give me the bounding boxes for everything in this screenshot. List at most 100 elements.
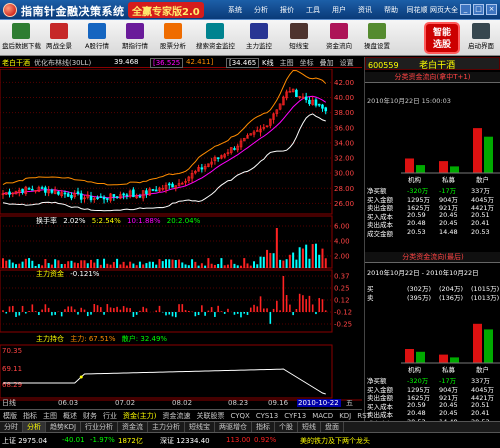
- turnover-bar: [314, 243, 317, 268]
- stock-tab-9[interactable]: 个股: [275, 422, 299, 432]
- toolbar-button-8[interactable]: 资金流向: [320, 21, 358, 55]
- turnover-label[interactable]: 换手率: [36, 217, 57, 225]
- time-label-weekday: 五: [346, 399, 353, 407]
- stock-tab-6[interactable]: 短线宝: [185, 422, 216, 432]
- chart-tab-2[interactable]: 坐标: [300, 59, 314, 67]
- menu-item-6[interactable]: 帮助: [378, 5, 404, 15]
- toolbar-button-1[interactable]: 两战全景: [40, 21, 78, 55]
- toolbar-label-9: 操盘设置: [364, 42, 390, 50]
- indicator-tab-3[interactable]: 资金(主力): [123, 411, 156, 421]
- smart-select-button[interactable]: 智能 选股: [424, 22, 460, 54]
- bottom-left-tab-1[interactable]: 指标: [23, 411, 37, 421]
- chart-tab-3[interactable]: 叠加: [320, 59, 334, 67]
- toolbar-button-3[interactable]: 期指行情: [116, 21, 154, 55]
- minimize-button[interactable]: _: [460, 4, 471, 15]
- capital-bar: [227, 308, 229, 312]
- toolbar-button-7[interactable]: 短线宝: [280, 21, 318, 55]
- toolbar-label-7: 短线宝: [289, 42, 309, 50]
- candle-body: [314, 99, 318, 106]
- section1-title[interactable]: 分类资金流向(拿中T+1): [365, 72, 500, 83]
- app-logo-icon: [3, 3, 17, 17]
- indicator-name[interactable]: 优化布林线(30LL): [34, 58, 91, 68]
- capital-bar: [233, 312, 236, 315]
- maximize-button[interactable]: □: [473, 4, 484, 15]
- indicator-tab-11[interactable]: RST: [357, 412, 371, 420]
- stock-tab-7[interactable]: 两驱增仓: [215, 422, 253, 432]
- chart-tab-0[interactable]: K线: [262, 59, 274, 67]
- close-button[interactable]: ×: [486, 4, 497, 15]
- stock-tab-2[interactable]: 趋势KDJ: [46, 422, 82, 432]
- toolbar-button-0[interactable]: 盘后数据下载: [2, 21, 41, 55]
- holding-label[interactable]: 主力持仓: [36, 335, 64, 343]
- menu-item-7[interactable]: 同花顺: [404, 5, 430, 15]
- candle-body: [50, 189, 54, 193]
- menu-item-4[interactable]: 用户: [326, 5, 352, 15]
- turnover-bar: [76, 263, 79, 268]
- right-panel-title: 600559 老白干酒: [365, 57, 500, 71]
- stock-tab-8[interactable]: 指标: [252, 422, 276, 432]
- indicator-tab-7[interactable]: CYS13: [256, 412, 278, 420]
- menu-item-5[interactable]: 资讯: [352, 5, 378, 15]
- stock-tab-5[interactable]: 主力分析: [148, 422, 186, 432]
- stock-tab-1[interactable]: 分析: [23, 422, 46, 432]
- right-panel: 600559 老白干酒 分类资金流向(拿中T+1) 2010年10月22日 15…: [364, 57, 500, 430]
- stock-tab-4[interactable]: 资金流: [118, 422, 149, 432]
- time-label: 08.02: [172, 399, 192, 407]
- sh-amount: 1872亿: [118, 437, 143, 445]
- capital-y-tick: 0.25: [334, 285, 350, 293]
- toolbar-button-10[interactable]: 启动界面: [462, 21, 500, 55]
- indicator-tab-2[interactable]: 行业: [103, 411, 117, 421]
- capital-bar: [8, 306, 11, 312]
- menu-item-2[interactable]: 报价: [274, 5, 300, 15]
- turnover-bar: [47, 263, 50, 268]
- menu-item-0[interactable]: 系统: [222, 5, 248, 15]
- turnover-bar: [230, 259, 233, 268]
- stock-tab-3[interactable]: 行业分析: [81, 422, 119, 432]
- section2-bars: 机构 私募 散户: [401, 323, 500, 373]
- menu-item-1[interactable]: 分析: [248, 5, 274, 15]
- menu-item-8[interactable]: 网页大全: [430, 5, 458, 15]
- indicator-tab-6[interactable]: CYQX: [230, 412, 249, 420]
- capital-bar: [5, 312, 8, 314]
- capital-label-row: 主力资金 -0.121%: [36, 269, 99, 279]
- stock-tab-0[interactable]: 分时: [0, 422, 23, 432]
- capital-bar: [178, 304, 180, 312]
- indicator-tab-0[interactable]: 概述: [63, 411, 77, 421]
- news-ticker[interactable]: 美的铁力及下两个龙头: [300, 436, 370, 446]
- capital-bar: [31, 304, 34, 312]
- kline-y-tick: 26.00: [334, 200, 354, 208]
- toolbar-button-9[interactable]: 操盘设置: [358, 21, 396, 55]
- chart-tab-1[interactable]: 主图: [280, 59, 294, 67]
- capital-label[interactable]: 主力资金: [36, 270, 64, 278]
- sz-change: 113.00: [226, 436, 251, 444]
- kline-y-tick: 34.00: [334, 139, 354, 147]
- section1-bars: 机构 私募 散户: [401, 128, 500, 183]
- turnover-bar: [174, 260, 177, 268]
- indicator-tab-9[interactable]: MACD: [312, 412, 333, 420]
- toolbar-button-5[interactable]: 搜索资金监控: [196, 21, 235, 55]
- capital-bar: [295, 309, 298, 312]
- toolbar-button-2[interactable]: A股行情: [78, 21, 116, 55]
- toolbar-button-4[interactable]: 股票分析: [154, 21, 192, 55]
- capital-bar: [279, 310, 281, 312]
- chart-header-tabs: K线 主图 坐标 叠加 设置: [262, 58, 360, 68]
- stock-tab-10[interactable]: 短线: [298, 422, 322, 432]
- capital-bar: [249, 307, 252, 312]
- turnover-y-tick: 2.00: [334, 253, 350, 261]
- stock-tab-11[interactable]: 盘面: [321, 422, 345, 432]
- chart-tab-4[interactable]: 设置: [340, 59, 354, 67]
- bottom-left-tab-0[interactable]: 模版: [3, 411, 17, 421]
- indicator-tab-1[interactable]: 财务: [83, 411, 97, 421]
- section2-title[interactable]: 分类资金流向(最后): [365, 252, 500, 263]
- menu-item-3[interactable]: 工具: [300, 5, 326, 15]
- toolbar-button-6[interactable]: 主力监控: [240, 21, 278, 55]
- indicator-tab-5[interactable]: 关联股票: [196, 411, 224, 421]
- indicator-tab-8[interactable]: CYF13: [284, 412, 306, 420]
- bottom-left-tab-2[interactable]: 主图: [43, 411, 57, 421]
- indicator-tab-10[interactable]: KDJ: [339, 412, 351, 420]
- capital-bar: [204, 312, 206, 316]
- flow-row-value: 20.45: [439, 210, 458, 219]
- indicator-tab-4[interactable]: 资金流速: [162, 411, 190, 421]
- kline-panel: 42.00 40.00 38.00 36.00 34.00 32.00 30.00 28.00…: [0, 69, 354, 215]
- turnover-bar: [119, 264, 122, 268]
